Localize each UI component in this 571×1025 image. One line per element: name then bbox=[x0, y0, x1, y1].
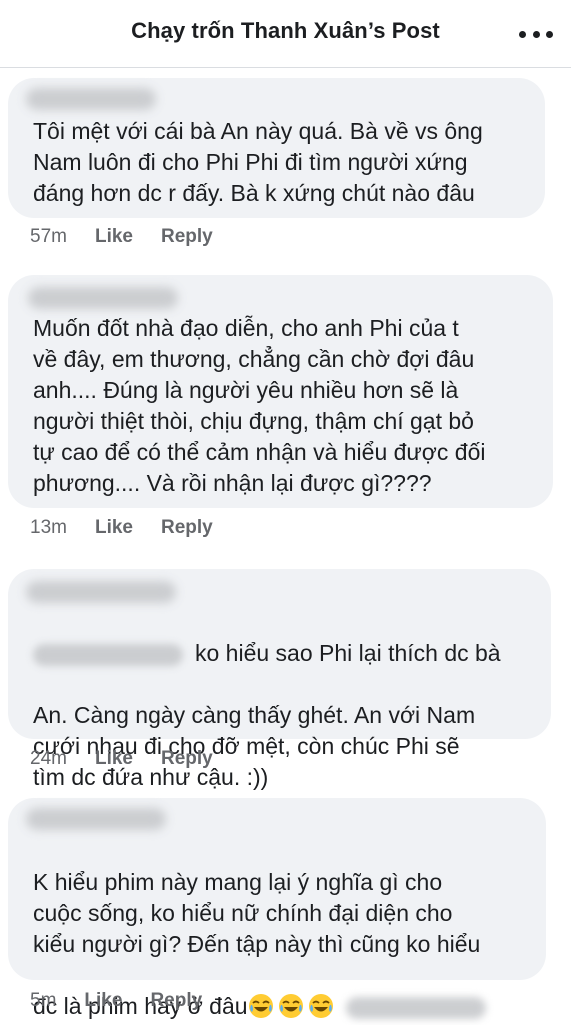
more-horizontal-icon[interactable] bbox=[519, 24, 553, 44]
comment-bubble: K hiểu phim này mang lại ý nghĩa gì cho … bbox=[8, 798, 546, 1019]
blurred-author-name bbox=[26, 581, 176, 603]
comment-time: 13m bbox=[30, 517, 67, 538]
comment-text-first-line: ko hiểu sao Phi lại thích dc bà bbox=[195, 640, 501, 666]
comment-text-body: K hiểu phim này mang lại ý nghĩa gì cho … bbox=[33, 869, 481, 957]
comment-bubble: Tôi mệt với cái bà An này quá. Bà về vs … bbox=[8, 78, 545, 218]
comment-actions: 5m Like Reply bbox=[30, 988, 230, 1014]
blurred-author-name bbox=[28, 287, 178, 309]
comment-time: 5m bbox=[30, 990, 57, 1011]
face-with-tears-of-joy-icon bbox=[308, 993, 334, 1019]
face-with-tears-of-joy-icon bbox=[278, 993, 304, 1019]
reply-button[interactable]: Reply bbox=[161, 517, 213, 539]
comment-time: 57m bbox=[30, 226, 67, 247]
blurred-author-name bbox=[26, 88, 156, 110]
like-button[interactable]: Like bbox=[84, 990, 122, 1012]
blurred-author-name bbox=[26, 808, 166, 830]
like-button[interactable]: Like bbox=[95, 748, 133, 770]
reply-button[interactable]: Reply bbox=[161, 226, 213, 248]
post-header: Chạy trốn Thanh Xuân’s Post bbox=[0, 0, 571, 68]
comment-text: Tôi mệt với cái bà An này quá. Bà về vs … bbox=[33, 118, 483, 206]
reply-button[interactable]: Reply bbox=[150, 990, 202, 1012]
reply-button[interactable]: Reply bbox=[161, 748, 213, 770]
blurred-tagged-name bbox=[33, 643, 183, 666]
face-with-tears-of-joy-icon bbox=[248, 993, 274, 1019]
comment-text: Muốn đốt nhà đạo diễn, cho anh Phi của t… bbox=[33, 315, 486, 496]
comment-bubble: ko hiểu sao Phi lại thích dc bà An. Càng… bbox=[8, 569, 551, 790]
comment-bubble: Muốn đốt nhà đạo diễn, cho anh Phi của t… bbox=[8, 275, 553, 508]
like-button[interactable]: Like bbox=[95, 517, 133, 539]
like-button[interactable]: Like bbox=[95, 226, 133, 248]
comment-time: 24m bbox=[30, 748, 67, 769]
page-title: Chạy trốn Thanh Xuân’s Post bbox=[131, 18, 440, 43]
comment-actions: 13m Like Reply bbox=[30, 515, 241, 541]
blurred-tagged-name bbox=[345, 996, 486, 1019]
comment-actions: 57m Like Reply bbox=[30, 224, 241, 250]
comment-actions: 24m Like Reply bbox=[30, 746, 241, 772]
